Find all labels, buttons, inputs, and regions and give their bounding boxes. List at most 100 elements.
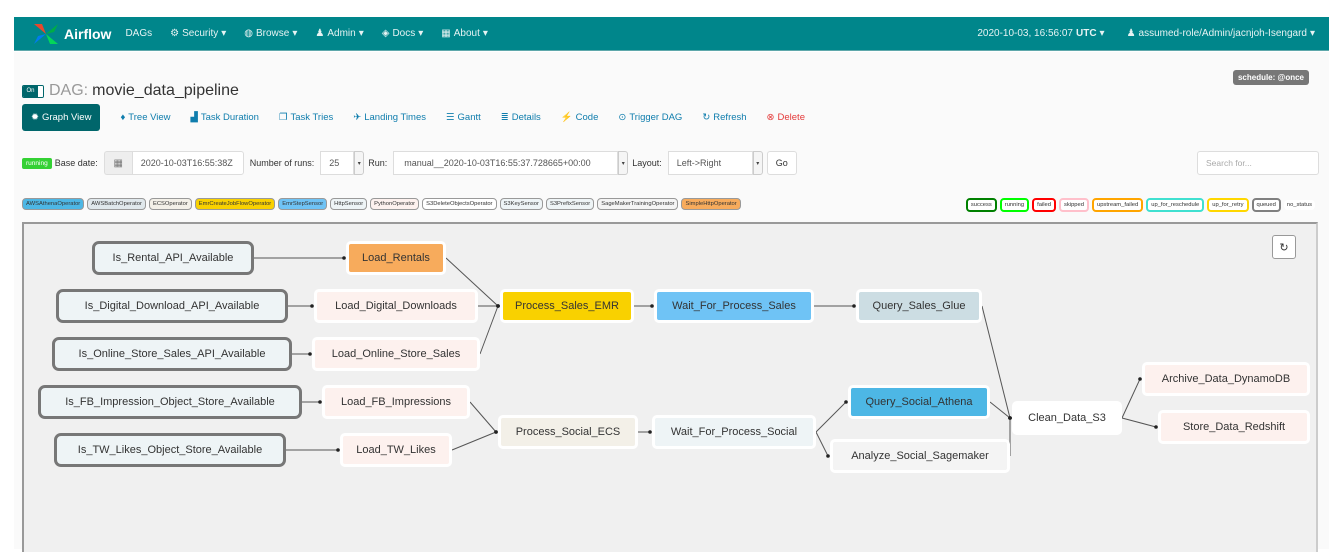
state-legend-item[interactable]: queued <box>1251 198 1281 212</box>
dag-state-badge: running <box>22 157 52 169</box>
task-node[interactable]: Analyze_Social_Sagemaker <box>830 439 1010 473</box>
task-node[interactable]: Is_Online_Store_Sales_API_Available <box>52 337 292 371</box>
tree-icon: ♦ <box>120 112 126 123</box>
nav-dags[interactable]: DAGs <box>125 28 152 39</box>
task-node[interactable]: Is_TW_Likes_Object_Store_Available <box>54 433 286 467</box>
task-node[interactable]: Store_Data_Redshift <box>1158 410 1310 444</box>
operator-legend: AWSAthenaOperator AWSBatchOperator ECSOper… <box>22 198 741 210</box>
caret-down-icon: ▾ <box>1309 28 1315 39</box>
tab-label: Delete <box>777 112 805 123</box>
edge <box>815 431 829 457</box>
tab-delete[interactable]: ⊗ Delete <box>767 112 805 123</box>
tab-gantt[interactable]: ☰ Gantt <box>446 112 481 123</box>
state-legend-item[interactable]: upstream_failed <box>1091 198 1144 212</box>
task-node[interactable]: Archive_Data_DynamoDB <box>1142 362 1310 396</box>
task-node[interactable]: Load_TW_Likes <box>340 433 452 467</box>
run-select[interactable]: manual__2020-10-03T16:55:37.728665+00:00 <box>393 151 619 175</box>
user-dropdown[interactable]: ♟ assumed-role/Admin/jacnjoh-Isengard ▾ <box>1127 28 1315 39</box>
go-button[interactable]: Go <box>766 151 797 175</box>
toggle-off-area <box>38 85 43 97</box>
task-name: Archive_Data_DynamoDB <box>1161 373 1291 385</box>
state-legend-item[interactable]: failed <box>1032 198 1056 212</box>
task-node[interactable]: Query_Sales_Glue <box>856 289 982 323</box>
task-name: Load_Online_Store_Sales <box>331 348 461 360</box>
caret-down-icon: ▾ <box>1099 28 1105 39</box>
search-input[interactable]: Search for... <box>1197 151 1319 175</box>
tab-code[interactable]: ⚡ Code <box>561 112 599 123</box>
tab-refresh[interactable]: ↻ Refresh <box>702 112 746 123</box>
view-tabs: ✹ Graph View ♦ Tree View ▟ Task Duration ❐ T… <box>22 104 825 131</box>
state-legend-item[interactable]: success <box>965 198 997 212</box>
operator-legend-item: EmrCreateJobFlowOperator <box>194 198 276 210</box>
caret-down-icon[interactable]: ▾ <box>354 151 365 175</box>
tab-landing-times[interactable]: ✈ Landing Times <box>353 112 426 123</box>
plane-icon: ✈ <box>353 112 362 123</box>
caret-down-icon: ▾ <box>292 28 298 39</box>
tab-details[interactable]: ≣ Details <box>501 112 541 123</box>
bar-chart-icon: ▟ <box>190 112 198 123</box>
task-node[interactable]: Load_Digital_Downloads <box>314 289 478 323</box>
task-node[interactable]: Is_FB_Impression_Object_Store_Available <box>38 385 302 419</box>
base-date-input[interactable]: 2020-10-03T16:55:38Z <box>131 151 244 175</box>
caret-down-icon[interactable]: ▾ <box>618 151 629 175</box>
tab-tree-view[interactable]: ♦ Tree View <box>120 112 170 123</box>
sun-icon: ✹ <box>31 112 39 123</box>
task-node[interactable]: Load_Rentals <box>346 241 446 275</box>
caret-down-icon: ▾ <box>358 28 364 39</box>
task-name: Process_Social_ECS <box>515 426 621 438</box>
operator-legend-item: AWSAthenaOperator <box>22 198 85 210</box>
clock-dropdown[interactable]: 2020-10-03, 16:56:07 UTC ▾ <box>977 28 1104 39</box>
task-node[interactable]: Wait_For_Process_Sales <box>654 289 814 323</box>
timezone: UTC <box>1075 28 1097 39</box>
num-runs-select[interactable]: 25 <box>320 151 355 175</box>
nav-browse[interactable]: ◍ Browse ▾ <box>244 28 297 39</box>
align-left-icon: ☰ <box>446 112 455 123</box>
pinwheel-icon <box>34 23 58 44</box>
state-legend-item[interactable]: skipped <box>1058 198 1089 212</box>
task-node[interactable]: Load_FB_Impressions <box>322 385 470 419</box>
tab-task-tries[interactable]: ❐ Task Tries <box>279 112 333 123</box>
layout-select[interactable]: Left->Right <box>667 151 753 175</box>
task-node[interactable]: Wait_For_Process_Social <box>652 415 816 449</box>
edge <box>1121 417 1157 428</box>
task-node[interactable]: Is_Rental_API_Available <box>92 241 254 275</box>
operator-legend-item: ECSOperator <box>148 198 192 210</box>
nav-admin[interactable]: ♟ Admin ▾ <box>315 28 363 39</box>
operator-legend-item: PythonOperator <box>370 198 420 210</box>
operator-legend-item: S3DeleteObjectsOperator <box>422 198 497 210</box>
task-node[interactable]: Load_Online_Store_Sales <box>312 337 480 371</box>
nav-security[interactable]: ⚙ Security ▾ <box>170 28 226 39</box>
current-time: 2020-10-03, 16:56:07 <box>977 28 1073 39</box>
dag-toggle[interactable]: On <box>22 84 44 98</box>
edge <box>815 401 847 433</box>
state-legend-item[interactable]: up_for_retry <box>1207 198 1249 212</box>
run-label: Run: <box>368 158 388 168</box>
tab-label: Tree View <box>128 112 171 123</box>
tab-graph-view[interactable]: ✹ Graph View <box>22 104 101 131</box>
nav-docs[interactable]: ◈ Docs ▾ <box>382 28 424 39</box>
task-node[interactable]: Clean_Data_S3 <box>1012 401 1122 435</box>
calendar-icon[interactable]: ▦ <box>103 151 132 175</box>
tab-task-duration[interactable]: ▟ Task Duration <box>191 112 259 123</box>
nav-about[interactable]: ▦ About ▾ <box>441 28 488 39</box>
state-legend-item[interactable]: no_status <box>1283 200 1315 210</box>
task-node[interactable]: Process_Sales_EMR <box>500 289 634 323</box>
task-name: Query_Sales_Glue <box>872 300 966 312</box>
state-legend-item[interactable]: up_for_reschedule <box>1146 198 1205 212</box>
task-node[interactable]: Process_Social_ECS <box>498 415 638 449</box>
task-node[interactable]: Is_Digital_Download_API_Available <box>56 289 288 323</box>
brand-name: Airflow <box>64 25 112 42</box>
state-legend-item[interactable]: running <box>999 198 1030 212</box>
schedule-badge: schedule: @once <box>1232 70 1309 85</box>
tab-label: Task Tries <box>290 112 334 123</box>
tab-label: Graph View <box>41 112 92 123</box>
tab-trigger-dag[interactable]: ⊙ Trigger DAG <box>618 112 682 123</box>
task-name: Is_TW_Likes_Object_Store_Available <box>77 444 263 456</box>
caret-down-icon[interactable]: ▾ <box>752 151 763 175</box>
task-name: Analyze_Social_Sagemaker <box>851 450 989 462</box>
caret-down-icon: ▾ <box>482 28 488 39</box>
user-icon: ♟ <box>315 28 325 39</box>
graph-refresh-button[interactable]: ↻ <box>1272 235 1296 259</box>
airflow-logo[interactable]: Airflow <box>32 22 111 46</box>
task-node[interactable]: Query_Social_Athena <box>848 385 990 419</box>
